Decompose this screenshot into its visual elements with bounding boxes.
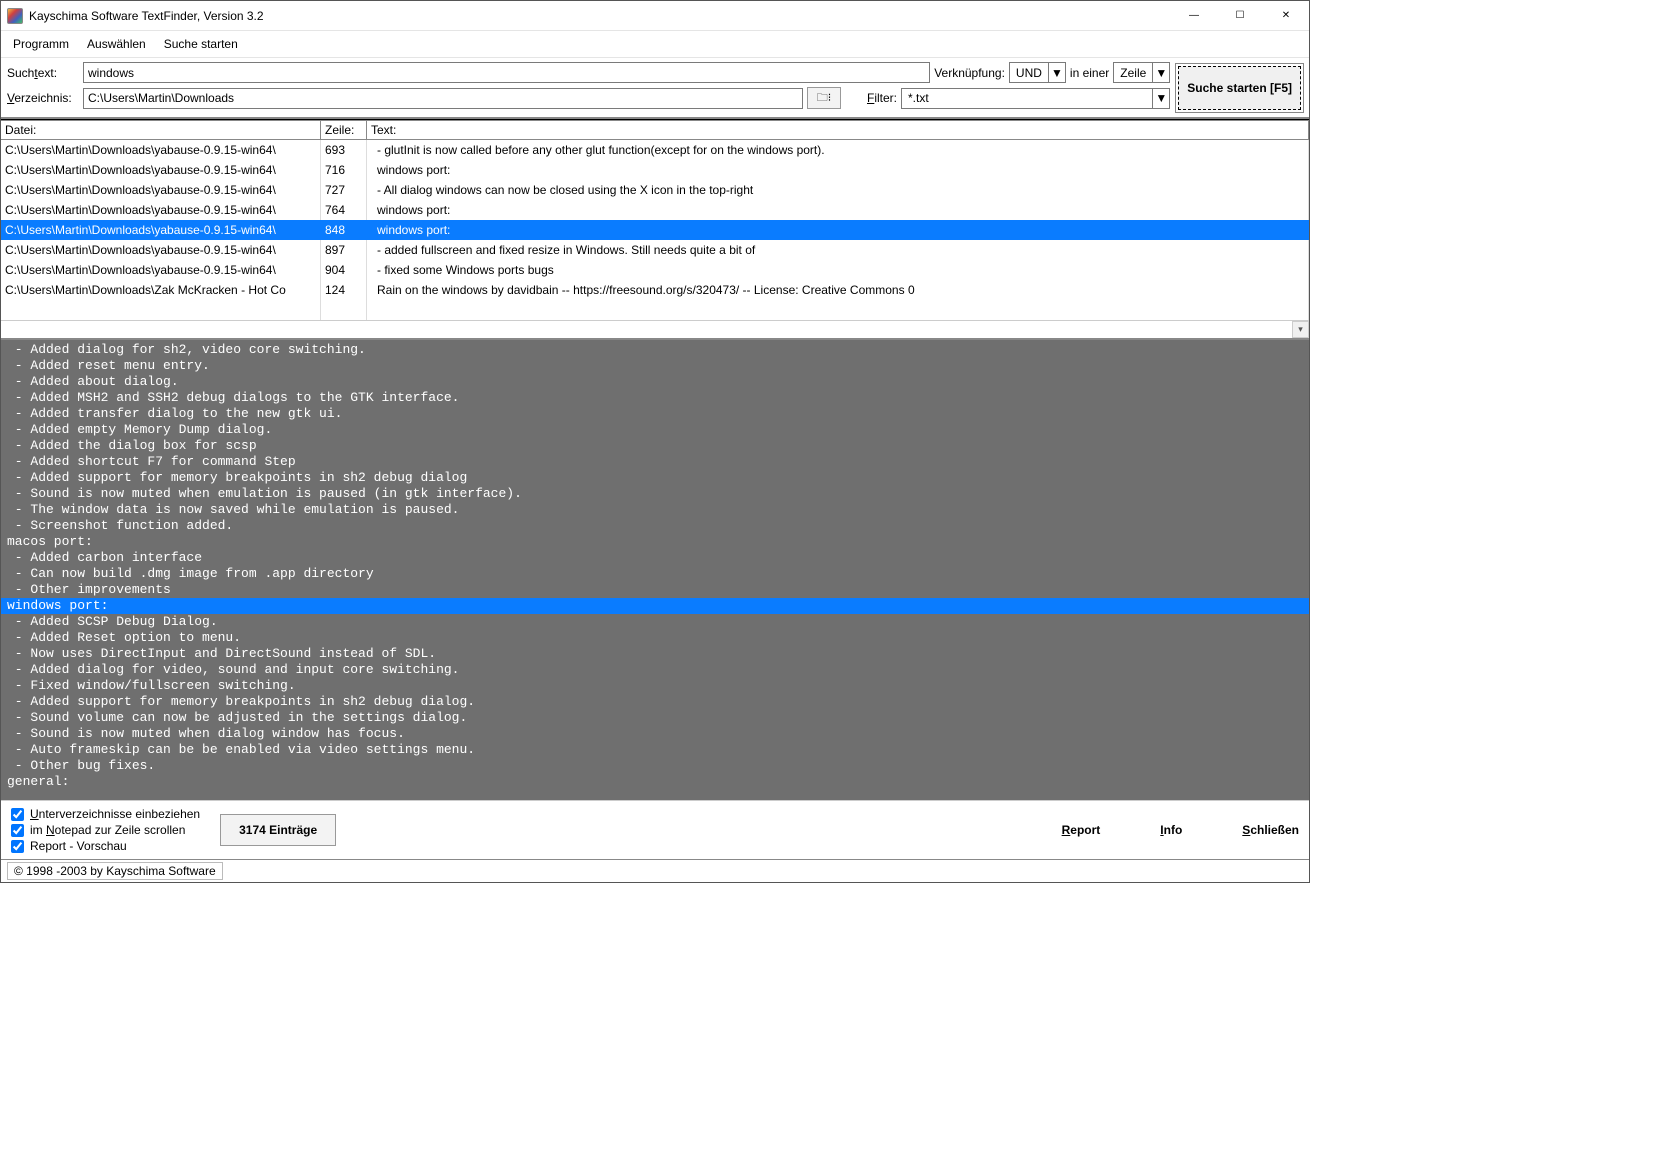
filter-label: Filter: <box>867 91 897 105</box>
checkbox-subdirs[interactable]: Unterverzeichnisse einbeziehen <box>11 807 200 821</box>
table-row[interactable]: C:\Users\Martin\Downloads\yabause-0.9.15… <box>1 140 1309 160</box>
browse-folder-button[interactable]: 🗀⁝ <box>807 87 841 109</box>
verzeichnis-input[interactable] <box>83 88 803 109</box>
scroll-down-icon[interactable]: ▾ <box>1292 321 1309 338</box>
col-header-file[interactable]: Datei: <box>1 120 321 139</box>
folder-tree-icon: 🗀⁝ <box>817 89 832 108</box>
checkbox-notepad[interactable]: im Notepad zur Zeile scrollen <box>11 823 200 837</box>
status-text: © 1998 -2003 by Kayschima Software <box>7 862 223 880</box>
entries-count-button[interactable]: 3174 Einträge <box>220 814 336 846</box>
chevron-down-icon: ▼ <box>1048 63 1065 82</box>
report-button[interactable]: Report <box>1062 823 1101 837</box>
menu-suche-starten[interactable]: Suche starten <box>162 35 240 53</box>
col-header-text[interactable]: Text: <box>367 120 1309 139</box>
chevron-down-icon: ▼ <box>1152 89 1169 108</box>
zeile-combo[interactable]: Zeile▼ <box>1113 62 1170 83</box>
window-title: Kayschima Software TextFinder, Version 3… <box>29 9 1171 23</box>
preview-pane: - Added dialog for sh2, video core switc… <box>1 338 1309 800</box>
minimize-button[interactable]: — <box>1171 1 1217 31</box>
table-row[interactable]: C:\Users\Martin\Downloads\yabause-0.9.15… <box>1 220 1309 240</box>
results-table: Datei: Zeile: Text: C:\Users\Martin\Down… <box>1 119 1309 338</box>
col-header-line[interactable]: Zeile: <box>321 120 367 139</box>
close-button[interactable]: ✕ <box>1263 1 1309 31</box>
maximize-button[interactable]: ☐ <box>1217 1 1263 31</box>
verknupfung-combo[interactable]: UND▼ <box>1009 62 1066 83</box>
suche-starten-button[interactable]: Suche starten [F5] <box>1178 66 1301 110</box>
table-row[interactable]: C:\Users\Martin\Downloads\yabause-0.9.15… <box>1 180 1309 200</box>
suchtext-input[interactable] <box>83 62 930 83</box>
statusbar: © 1998 -2003 by Kayschima Software <box>1 859 1309 882</box>
info-button[interactable]: Info <box>1160 823 1182 837</box>
suchtext-label: Suchtext: <box>7 66 79 80</box>
verknupfung-label: Verknüpfung: <box>934 66 1005 80</box>
menu-auswaehlen[interactable]: Auswählen <box>85 35 148 53</box>
table-row[interactable]: C:\Users\Martin\Downloads\yabause-0.9.15… <box>1 240 1309 260</box>
app-icon <box>7 8 23 24</box>
table-row[interactable]: C:\Users\Martin\Downloads\Zak McKracken … <box>1 280 1309 300</box>
table-row[interactable]: C:\Users\Martin\Downloads\yabause-0.9.15… <box>1 260 1309 280</box>
filter-combo[interactable]: *.txt▼ <box>901 88 1170 109</box>
bottom-panel: Unterverzeichnisse einbeziehen im Notepa… <box>1 800 1309 859</box>
verzeichnis-label: Verzeichnis: <box>7 91 79 105</box>
titlebar: Kayschima Software TextFinder, Version 3… <box>1 1 1309 31</box>
in-einer-label: in einer <box>1070 66 1109 80</box>
table-row[interactable]: C:\Users\Martin\Downloads\yabause-0.9.15… <box>1 200 1309 220</box>
chevron-down-icon: ▼ <box>1152 63 1169 82</box>
menubar: Programm Auswählen Suche starten <box>1 31 1309 58</box>
checkbox-report-preview[interactable]: Report - Vorschau <box>11 839 200 853</box>
table-row[interactable]: C:\Users\Martin\Downloads\yabause-0.9.15… <box>1 160 1309 180</box>
menu-programm[interactable]: Programm <box>11 35 71 53</box>
search-panel: Suchtext: Verknüpfung: UND▼ in einer Zei… <box>1 58 1309 119</box>
schliessen-button[interactable]: Schließen <box>1242 823 1299 837</box>
